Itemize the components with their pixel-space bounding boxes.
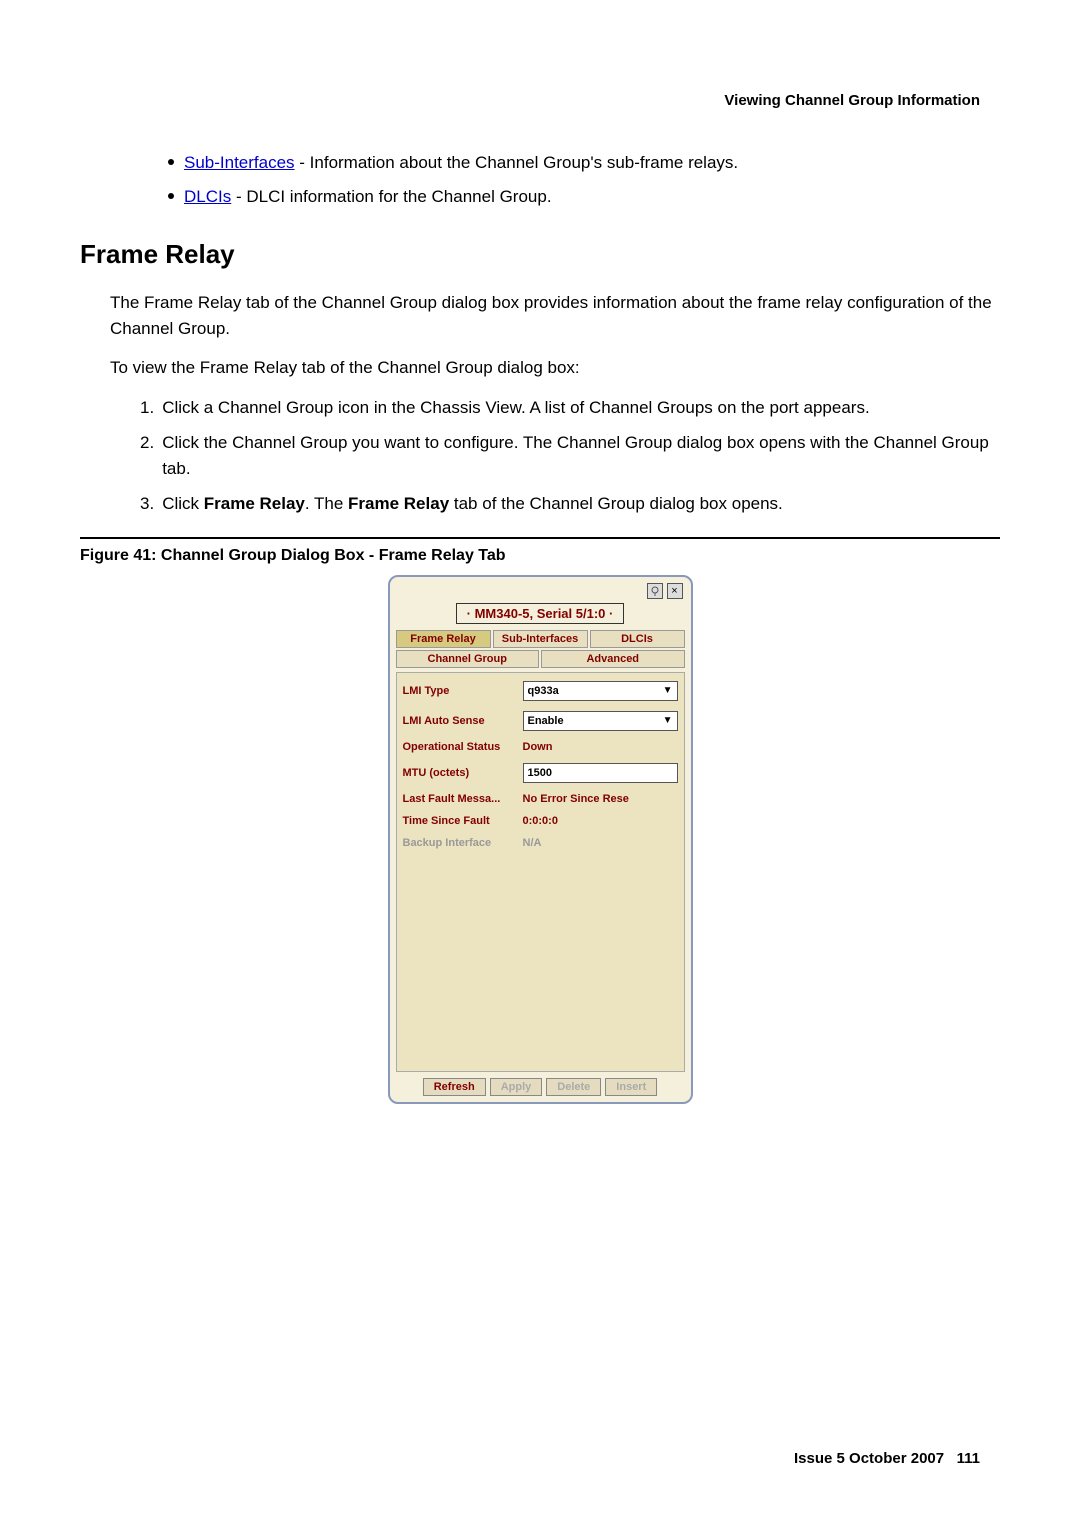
bullet-text: Sub-Interfaces - Information about the C… <box>184 150 738 176</box>
tabs-row1: Frame Relay Sub-Interfaces DLCIs <box>396 630 685 648</box>
field-backup-interface: Backup Interface N/A <box>403 837 678 849</box>
dlcis-link[interactable]: DLCIs <box>184 187 231 206</box>
section-heading-frame-relay: Frame Relay <box>80 239 1000 270</box>
step-2: 2. Click the Channel Group you want to c… <box>140 430 1000 481</box>
pin-icon[interactable] <box>647 583 663 599</box>
bullet-dlcis: DLCIs - DLCI information for the Channel… <box>168 184 1000 210</box>
step3-bold-1: Frame Relay <box>204 494 305 513</box>
step-text: Click a Channel Group icon in the Chassi… <box>162 395 869 421</box>
bullet-dot-icon <box>168 193 174 199</box>
last-fault-value: No Error Since Rese <box>523 793 629 805</box>
delete-button[interactable]: Delete <box>546 1078 601 1096</box>
tab-advanced[interactable]: Advanced <box>541 650 685 668</box>
insert-button[interactable]: Insert <box>605 1078 657 1096</box>
chevron-down-icon: ▼ <box>663 685 673 696</box>
step-number: 3. <box>140 491 154 517</box>
operational-status-value: Down <box>523 741 553 753</box>
tab-channel-group[interactable]: Channel Group <box>396 650 540 668</box>
device-label-text: · MM340-5, Serial 5/1:0 · <box>456 603 625 624</box>
field-time-since-fault: Time Since Fault 0:0:0:0 <box>403 815 678 827</box>
field-lmi-auto-sense: LMI Auto Sense Enable ▼ <box>403 711 678 731</box>
divider <box>80 537 1000 539</box>
step-text: Click Frame Relay. The Frame Relay tab o… <box>162 491 783 517</box>
step-1: 1. Click a Channel Group icon in the Cha… <box>140 395 1000 421</box>
lmi-type-label: LMI Type <box>403 685 523 697</box>
mtu-label: MTU (octets) <box>403 767 523 779</box>
bullet-dot-icon <box>168 159 174 165</box>
dialog-container: × · MM340-5, Serial 5/1:0 · Frame Relay … <box>80 575 1000 1104</box>
bullet-list: Sub-Interfaces - Information about the C… <box>168 150 1000 209</box>
footer-issue: Issue 5 October 2007 <box>794 1450 944 1467</box>
tab-frame-relay[interactable]: Frame Relay <box>396 630 491 648</box>
field-last-fault: Last Fault Messa... No Error Since Rese <box>403 793 678 805</box>
lmi-auto-sense-select[interactable]: Enable ▼ <box>523 711 678 731</box>
lmi-auto-sense-label: LMI Auto Sense <box>403 715 523 727</box>
page-footer: Issue 5 October 2007 111 <box>794 1450 980 1467</box>
lmi-type-value: q933a <box>528 685 559 697</box>
sub-interfaces-link[interactable]: Sub-Interfaces <box>184 153 295 172</box>
page-header-right: Viewing Channel Group Information <box>724 92 980 109</box>
form-panel: LMI Type q933a ▼ LMI Auto Sense Enable ▼… <box>396 672 685 1072</box>
figure-caption: Figure 41: Channel Group Dialog Box - Fr… <box>80 547 1000 565</box>
tab-dlcis[interactable]: DLCIs <box>590 630 685 648</box>
field-mtu: MTU (octets) 1500 <box>403 763 678 783</box>
operational-status-label: Operational Status <box>403 741 523 753</box>
main-content: Sub-Interfaces - Information about the C… <box>80 150 1000 1104</box>
last-fault-label: Last Fault Messa... <box>403 793 523 805</box>
dlcis-desc: - DLCI information for the Channel Group… <box>231 187 551 206</box>
bullet-sub-interfaces: Sub-Interfaces - Information about the C… <box>168 150 1000 176</box>
step3-part-a: Click <box>162 494 204 513</box>
chevron-down-icon: ▼ <box>663 715 673 726</box>
apply-button[interactable]: Apply <box>490 1078 543 1096</box>
refresh-button[interactable]: Refresh <box>423 1078 486 1096</box>
step-text: Click the Channel Group you want to conf… <box>162 430 1000 481</box>
time-since-fault-value: 0:0:0:0 <box>523 815 558 827</box>
footer-page: 111 <box>957 1450 980 1467</box>
mtu-value: 1500 <box>528 767 552 779</box>
time-since-fault-label: Time Since Fault <box>403 815 523 827</box>
step3-part-c: . The <box>305 494 348 513</box>
field-lmi-type: LMI Type q933a ▼ <box>403 681 678 701</box>
lmi-type-select[interactable]: q933a ▼ <box>523 681 678 701</box>
tab-sub-interfaces[interactable]: Sub-Interfaces <box>493 630 588 648</box>
field-operational-status: Operational Status Down <box>403 741 678 753</box>
step-3: 3. Click Frame Relay. The Frame Relay ta… <box>140 491 1000 517</box>
step-number: 2. <box>140 430 154 481</box>
step3-bold-2: Frame Relay <box>348 494 449 513</box>
step-number: 1. <box>140 395 154 421</box>
lmi-auto-sense-value: Enable <box>528 715 564 727</box>
backup-interface-value: N/A <box>523 837 542 849</box>
mtu-input[interactable]: 1500 <box>523 763 678 783</box>
step3-part-e: tab of the Channel Group dialog box open… <box>449 494 783 513</box>
close-icon[interactable]: × <box>667 583 683 599</box>
backup-interface-label: Backup Interface <box>403 837 523 849</box>
dialog-button-row: Refresh Apply Delete Insert <box>396 1078 685 1096</box>
tabs-row2: Channel Group Advanced <box>396 650 685 668</box>
dialog-titlebar: × <box>396 583 685 599</box>
paragraph-2: To view the Frame Relay tab of the Chann… <box>110 355 1000 381</box>
paragraph-1: The Frame Relay tab of the Channel Group… <box>110 290 1000 341</box>
sub-interfaces-desc: - Information about the Channel Group's … <box>295 153 739 172</box>
channel-group-dialog: × · MM340-5, Serial 5/1:0 · Frame Relay … <box>388 575 693 1104</box>
numbered-list: 1. Click a Channel Group icon in the Cha… <box>140 395 1000 517</box>
device-label: · MM340-5, Serial 5/1:0 · <box>396 603 685 624</box>
bullet-text: DLCIs - DLCI information for the Channel… <box>184 184 552 210</box>
